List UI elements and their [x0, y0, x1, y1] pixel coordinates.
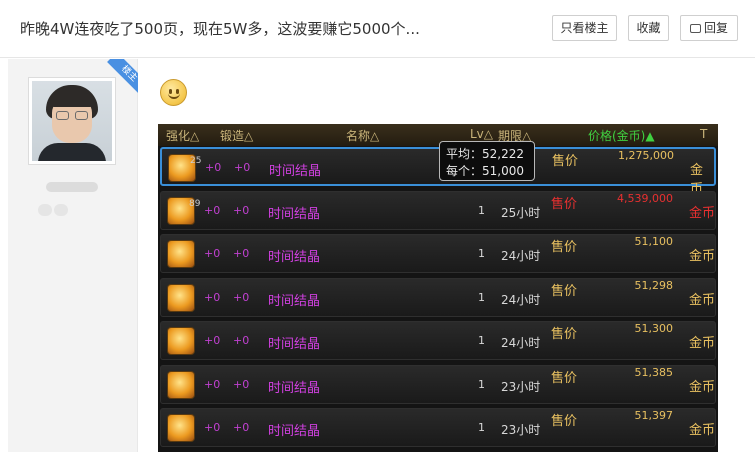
tooltip-each-label: 每个： — [446, 164, 483, 178]
currency-label: 金币 — [689, 336, 716, 351]
enhance-value: +0 — [204, 377, 221, 391]
item-quantity: 1 — [478, 290, 485, 304]
reply-label: 回复 — [703, 21, 728, 35]
currency-label: 金币 — [689, 379, 716, 395]
favorite-button[interactable]: 收藏 — [628, 15, 669, 41]
item-quantity: 1 — [478, 377, 485, 391]
smiley-emoji-icon — [160, 79, 187, 106]
item-name: 时间结晶 — [268, 424, 321, 439]
col-name: 名称△ — [346, 129, 380, 143]
reply-icon — [689, 24, 701, 33]
reply-button[interactable]: 回复 — [680, 15, 738, 41]
time-crystal-item-icon — [167, 370, 195, 399]
price-value: 51,397 — [634, 409, 674, 422]
col-lv: Lv△ — [470, 127, 494, 141]
auction-row[interactable]: +0 +0 时间结晶 1 23小时 售价 51,397 金币 — [160, 408, 716, 447]
time-crystal-item-icon — [167, 283, 195, 312]
item-quantity: 1 — [478, 203, 485, 217]
enhance-value: +0 — [204, 334, 221, 347]
enhance-value: +0 — [204, 203, 221, 217]
currency-label: 金币 — [689, 292, 716, 308]
enhance-value: +0 — [205, 161, 222, 174]
auction-row[interactable]: +0 +0 时间结晶 1 23小时 售价 51,385 金币 — [160, 364, 716, 404]
tooltip-avg-label: 平均： — [446, 147, 483, 161]
time-crystal-item-icon: 89 — [167, 196, 200, 225]
thread-header: 昨晚4W连夜吃了500页，现在5W多，这波要赚它5000个... 只看楼主 收藏… — [0, 0, 755, 58]
auction-row[interactable]: +0 +0 时间结晶 1 24小时 售价 51,298 金币 — [160, 277, 716, 317]
forge-value: +0 — [233, 377, 250, 391]
only-op-button[interactable]: 只看楼主 — [552, 15, 617, 41]
item-name: 时间结晶 — [269, 164, 322, 179]
item-quantity: 1 — [478, 421, 485, 434]
time-remaining: 24小时 — [501, 292, 541, 307]
forge-value: +0 — [233, 247, 250, 260]
auction-row[interactable]: +0 +0 时间结晶 1 24小时 售价 51,100 金币 — [160, 234, 716, 273]
author-sidebar: 楼主 — [8, 59, 138, 452]
currency-label: 金币 — [689, 249, 716, 264]
enhance-value: +0 — [204, 290, 221, 304]
post-image-auction-house[interactable]: 强化△ 锻造△ 名称△ Lv△ 期限△ 价格(金币)▲ T 25 +0 +0 时间结晶… — [158, 124, 718, 452]
stack-count: 25 — [190, 156, 202, 166]
currency-label: 金币 — [689, 423, 716, 438]
sale-label: 售价 — [552, 154, 579, 169]
item-name: 时间结晶 — [268, 337, 321, 352]
price-value: 51,385 — [634, 365, 674, 379]
col-forge: 锻造△ — [220, 129, 254, 143]
col-enhance: 强化△ — [166, 129, 200, 143]
item-name: 时间结晶 — [268, 380, 321, 396]
item-quantity: 1 — [478, 334, 485, 347]
sale-label: 售价 — [551, 240, 578, 255]
item-name: 时间结晶 — [268, 206, 321, 222]
price-value: 1,275,000 — [618, 149, 674, 162]
forge-value: +0 — [234, 161, 251, 174]
tooltip-each-value: 51,000 — [482, 164, 525, 178]
item-quantity: 1 — [478, 247, 485, 260]
time-remaining: 25小时 — [501, 205, 541, 220]
sale-label: 售价 — [551, 283, 578, 299]
enhance-value: +0 — [204, 421, 221, 434]
tooltip-avg-value: 52,222 — [482, 147, 525, 161]
op-badge-label: 楼主 — [107, 59, 138, 94]
forge-value: +0 — [233, 334, 250, 347]
auction-row[interactable]: 25 +0 +0 时间结晶 售价 1,275,000 金币 — [160, 147, 716, 197]
avatar-photo — [32, 81, 112, 161]
time-remaining: 24小时 — [501, 249, 541, 263]
thread-title: 昨晚4W连夜吃了500页，现在5W多，这波要赚它5000个... — [20, 20, 420, 38]
time-crystal-item-icon — [167, 414, 195, 442]
enhance-value: +0 — [204, 247, 221, 260]
time-remaining: 23小时 — [501, 379, 541, 394]
stack-count: 89 — [189, 198, 201, 209]
column-settings-icon: T — [700, 127, 708, 141]
time-remaining: 24小时 — [501, 336, 541, 350]
auction-row[interactable]: 89 +0 +0 时间结晶 1 25小时 售价 4,539,000 金币 — [160, 190, 716, 230]
price-value: 51,300 — [634, 322, 674, 335]
col-price: 价格(金币)▲ — [588, 129, 655, 143]
sale-label: 售价 — [551, 414, 578, 429]
auction-table-header: 强化△ 锻造△ 名称△ Lv△ 期限△ 价格(金币)▲ T — [158, 124, 718, 146]
time-crystal-item-icon — [167, 240, 195, 268]
forge-value: +0 — [233, 290, 250, 304]
time-crystal-item-icon: 25 — [168, 154, 201, 182]
sale-label: 售价 — [551, 327, 578, 342]
username-blurred[interactable] — [46, 182, 98, 192]
medal-icon — [54, 204, 68, 216]
item-name: 时间结晶 — [268, 250, 321, 265]
price-value: 51,298 — [634, 278, 674, 292]
forge-value: +0 — [233, 203, 250, 217]
forge-value: +0 — [233, 421, 250, 434]
price-value: 4,539,000 — [617, 191, 673, 205]
price-value: 51,100 — [634, 235, 674, 248]
time-remaining: 23小时 — [501, 423, 541, 437]
sale-label: 售价 — [551, 196, 578, 212]
currency-label: 金币 — [689, 205, 716, 221]
level-icon — [38, 204, 52, 216]
sale-label: 售价 — [551, 370, 578, 386]
item-name: 时间结晶 — [268, 293, 321, 309]
price-tooltip: 平均：52,222 每个：51,000 — [439, 141, 535, 181]
time-crystal-item-icon — [167, 327, 195, 355]
op-badge: 楼主 — [103, 59, 138, 94]
auction-row[interactable]: +0 +0 时间结晶 1 24小时 售价 51,300 金币 — [160, 321, 716, 360]
